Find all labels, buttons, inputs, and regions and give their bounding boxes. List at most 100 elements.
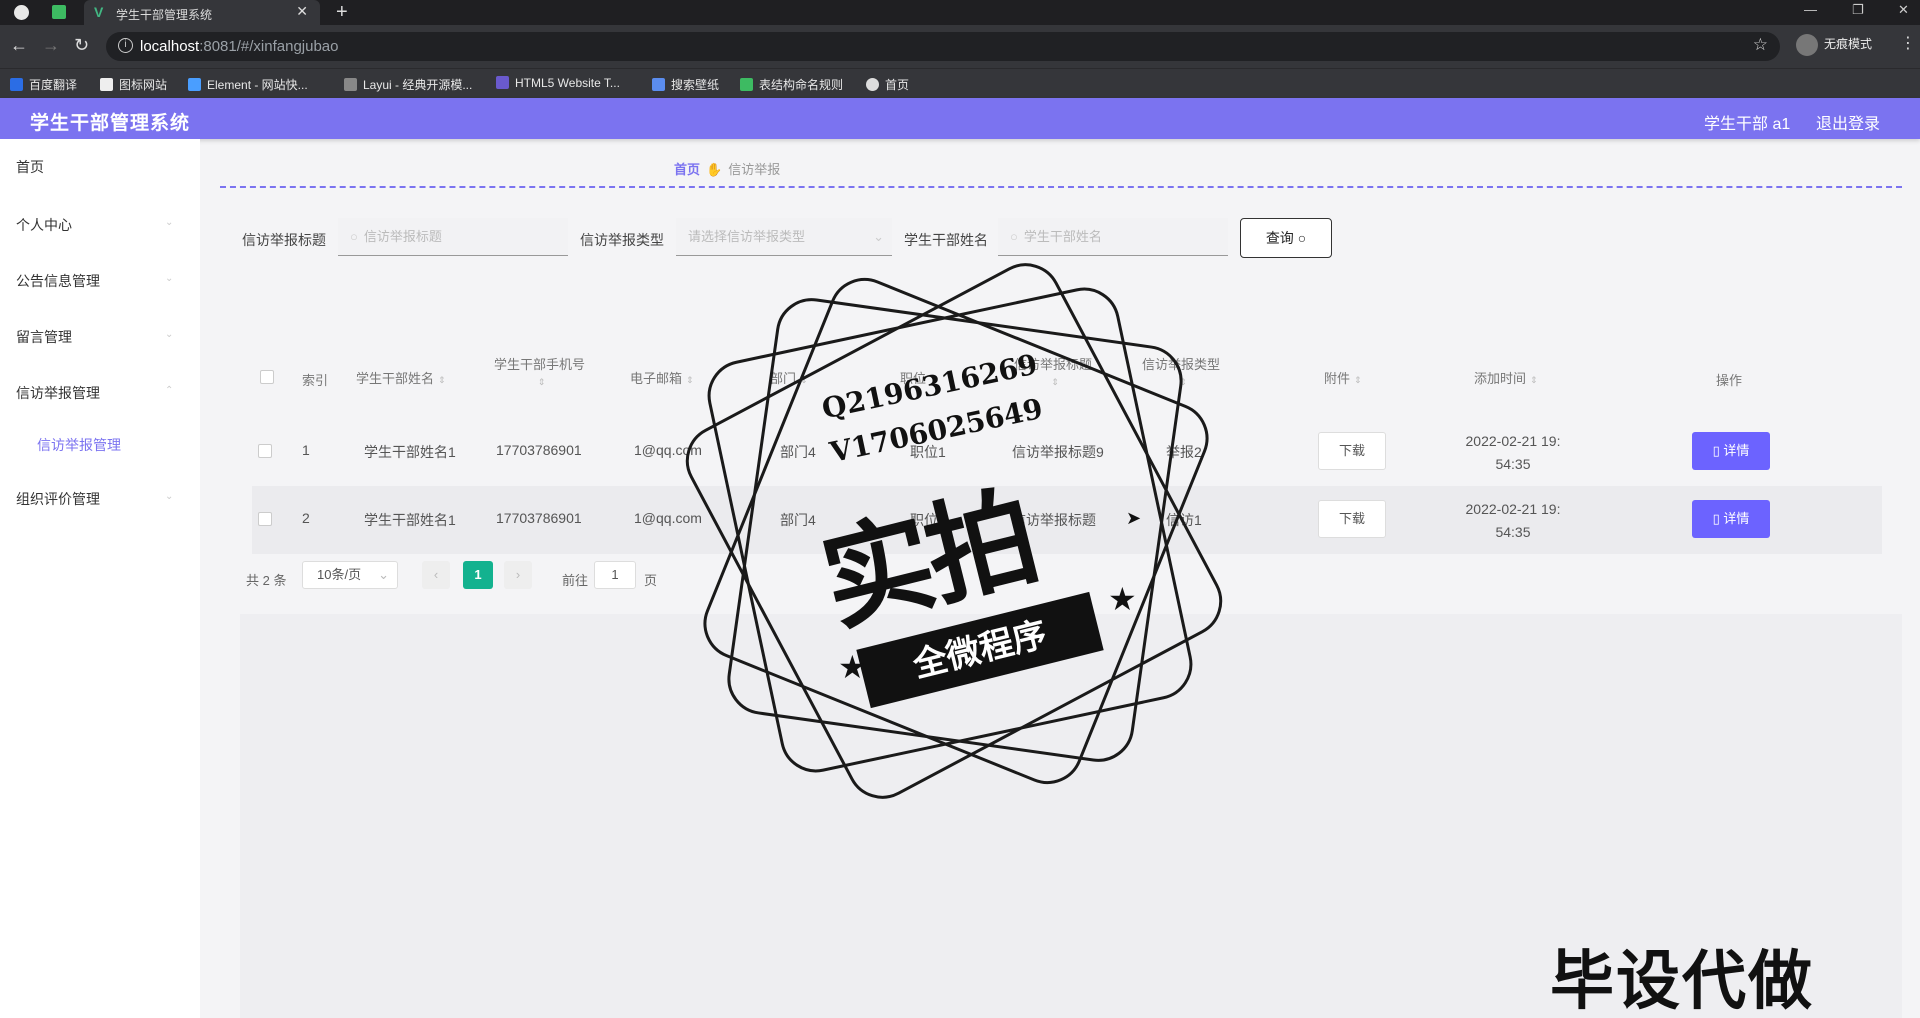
watermark-corner-text: 毕设代做 — [1550, 945, 1814, 1017]
document-icon: ▯ — [1712, 511, 1720, 526]
detail-button[interactable]: ▯ 详情 — [1692, 500, 1770, 538]
page-suffix: 页 — [644, 573, 658, 588]
browser-tab-active[interactable]: V 学生干部管理系统 ✕ — [84, 0, 320, 25]
globe-icon — [866, 78, 879, 91]
sidebar-item-messages[interactable]: 留言管理 — [16, 327, 72, 347]
cell-email: 1@qq.com — [634, 510, 702, 526]
bookmark-item[interactable]: Element - 网站快... — [188, 76, 308, 93]
html5-icon — [496, 76, 509, 89]
new-tab-icon[interactable]: + — [336, 1, 348, 24]
select-all-checkbox[interactable] — [260, 370, 274, 384]
reload-icon[interactable]: ↻ — [74, 35, 89, 56]
layui-icon — [344, 78, 357, 91]
sort-icon[interactable]: ⇕ — [438, 375, 446, 385]
chevron-down-icon: ⌄ — [165, 273, 174, 284]
type-select[interactable]: 请选择信访举报类型 ⌄ — [676, 218, 892, 256]
chevron-down-icon: ⌄ — [873, 229, 884, 244]
sidebar-subitem-reports[interactable]: 信访举报管理 — [37, 435, 121, 455]
name-search-input[interactable]: ○ 学生干部姓名 — [998, 218, 1228, 256]
browser-tab-bar: V 学生干部管理系统 ✕ + — ❐ ✕ — [0, 0, 1920, 25]
type-label: 信访举报类型 — [580, 232, 664, 248]
forward-icon[interactable]: → — [42, 35, 60, 56]
url-input[interactable]: i localhost:8081/#/xinfangjubao ☆ — [106, 32, 1780, 61]
goto-page-input[interactable]: 1 — [594, 561, 636, 589]
breadcrumb-home[interactable]: 首页 — [674, 162, 700, 177]
sidebar-item-evaluation[interactable]: 组织评价管理 — [16, 489, 100, 509]
page-size-select[interactable]: 10条/页 ⌄ — [302, 561, 398, 589]
download-button[interactable]: 下载 — [1318, 500, 1386, 538]
profile-label: 无痕模式 — [1824, 37, 1873, 52]
bookmark-item[interactable]: 首页 — [866, 76, 909, 93]
info-icon[interactable]: i — [118, 38, 133, 53]
cell-name: 学生干部姓名1 — [364, 512, 456, 528]
minimize-icon[interactable]: — — [1804, 2, 1817, 17]
chevron-down-icon: ⌄ — [378, 567, 389, 582]
cell-phone: 17703786901 — [496, 510, 582, 526]
row-checkbox[interactable] — [258, 444, 272, 458]
star-icon: ★ — [838, 649, 867, 685]
row-checkbox[interactable] — [258, 512, 272, 526]
tab-title: 学生干部管理系统 — [116, 8, 213, 22]
menu-dots-icon[interactable]: ⋮ — [1900, 33, 1916, 53]
app-title: 学生干部管理系统 — [30, 113, 191, 134]
translate-icon — [10, 78, 23, 91]
name-label: 学生干部姓名 — [904, 232, 988, 248]
bookmarks-bar: 百度翻译 图标网站 Element - 网站快... Layui - 经典开源模… — [0, 68, 1920, 98]
sidebar: 首页 个人中心 ⌄ 公告信息管理 ⌄ 留言管理 ⌄ 信访举报管理 ⌃ 信访举报管… — [0, 139, 200, 1018]
logout-link[interactable]: 退出登录 — [1816, 110, 1880, 134]
star-icon[interactable]: ☆ — [1753, 35, 1768, 55]
column-header[interactable]: 学生干部手机号 ⇕ — [494, 354, 585, 388]
close-icon[interactable]: ✕ — [296, 3, 308, 20]
back-icon[interactable]: ← — [10, 35, 28, 56]
next-page-icon[interactable]: › — [504, 561, 532, 589]
sort-icon[interactable]: ⇕ — [1530, 375, 1538, 385]
search-icon: ○ — [350, 229, 358, 244]
sheet-tab-icon[interactable] — [52, 5, 66, 19]
incognito-profile[interactable]: 无痕模式 — [1796, 34, 1872, 56]
window-close-icon[interactable]: ✕ — [1898, 2, 1909, 18]
download-button[interactable]: 下载 — [1318, 432, 1386, 470]
chevron-down-icon: ⌄ — [165, 217, 174, 228]
sort-icon[interactable]: ⇕ — [686, 375, 694, 385]
current-user[interactable]: 学生干部 a1 — [1704, 110, 1790, 134]
bookmark-item[interactable]: 搜索壁纸 — [652, 76, 719, 93]
column-header[interactable]: 学生干部姓名 ⇕ — [356, 368, 446, 387]
title-search-input[interactable]: ○ 信访举报标题 — [338, 218, 568, 256]
restore-icon[interactable]: ❐ — [1852, 2, 1864, 18]
cell-phone: 17703786901 — [496, 442, 582, 458]
page-number-current[interactable]: 1 — [463, 561, 493, 589]
sort-icon[interactable]: ⇕ — [1354, 375, 1362, 385]
bookmark-item[interactable]: Layui - 经典开源模... — [344, 76, 472, 93]
watermark-stamp: Q2196316269 V1706025649 实拍 全微程序 ★ ★ — [673, 250, 1235, 812]
cell-name: 学生干部姓名1 — [364, 444, 456, 460]
title-label: 信访举报标题 — [242, 232, 326, 248]
mouse-cursor-icon: ➤ — [1126, 508, 1142, 528]
vue-logo-icon: V — [94, 4, 104, 20]
address-bar: ← → ↻ i localhost:8081/#/xinfangjubao ☆ … — [0, 25, 1920, 68]
prev-page-icon[interactable]: ‹ — [422, 561, 450, 589]
bookmark-item[interactable]: 百度翻译 — [10, 76, 77, 93]
detail-button[interactable]: ▯ 详情 — [1692, 432, 1770, 470]
breadcrumb: 首页 ✋ 信访举报 — [674, 159, 780, 178]
column-header[interactable]: 电子邮箱 ⇕ — [630, 368, 694, 387]
sidebar-item-notices[interactable]: 公告信息管理 — [16, 271, 100, 291]
bookmark-item[interactable]: HTML5 Website T... — [496, 76, 620, 90]
sort-icon[interactable]: ⇕ — [538, 377, 546, 387]
breadcrumb-current: 信访举报 — [728, 162, 781, 177]
column-header[interactable]: 附件 ⇕ — [1324, 368, 1362, 387]
sidebar-item-reports[interactable]: 信访举报管理 — [16, 383, 100, 403]
globe-icon[interactable] — [14, 5, 29, 20]
sidebar-item-personal[interactable]: 个人中心 — [16, 215, 72, 235]
star-icon: ★ — [1108, 581, 1137, 617]
sidebar-item-home[interactable]: 首页 — [16, 157, 44, 177]
pagination-total: 共 2 条 — [246, 573, 287, 588]
bookmark-item[interactable]: 表结构命名规则 — [740, 76, 843, 93]
chevron-up-icon: ⌃ — [165, 385, 174, 396]
column-header: 操作 — [1716, 373, 1743, 388]
column-header[interactable]: 添加时间 ⇕ — [1474, 368, 1538, 387]
document-icon: ▯ — [1712, 443, 1720, 458]
search-icon: ○ — [1010, 229, 1018, 244]
sheet-icon — [740, 78, 753, 91]
bookmark-item[interactable]: 图标网站 — [100, 76, 167, 93]
query-button[interactable]: 查询 ○ — [1240, 218, 1332, 258]
